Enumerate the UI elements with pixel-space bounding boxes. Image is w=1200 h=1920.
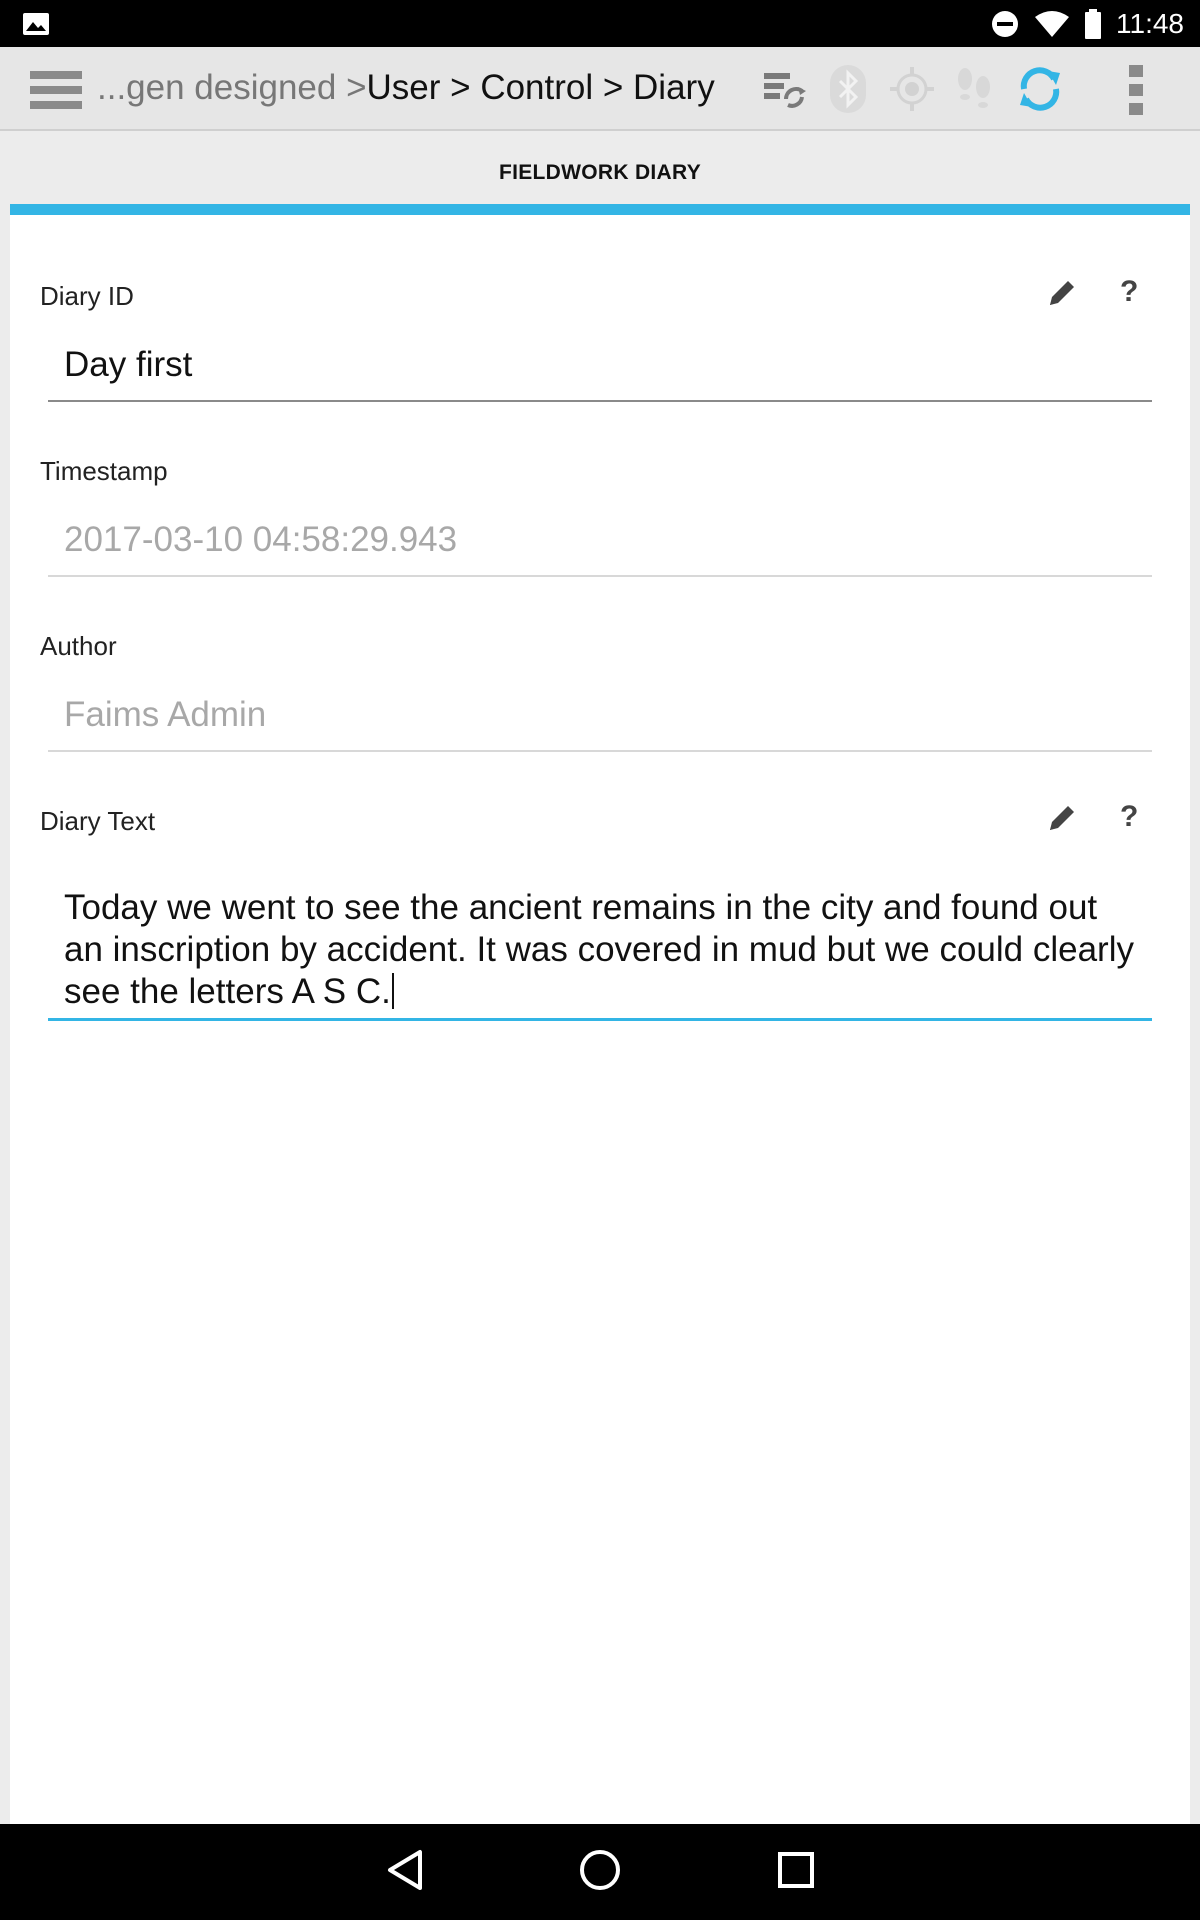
diary-text-value: Today we went to see the ancient remains… bbox=[64, 888, 1134, 1011]
diary-text-input[interactable]: Today we went to see the ancient remains… bbox=[48, 887, 1152, 1021]
pencil-icon[interactable] bbox=[1046, 802, 1078, 834]
tab-fieldwork-diary[interactable]: FIELDWORK DIARY bbox=[0, 131, 1200, 203]
breadcrumb[interactable]: ...gen designed > User > Control > Diary bbox=[97, 47, 715, 129]
help-icon[interactable]: ? bbox=[1120, 275, 1138, 309]
author-input: Faims Admin bbox=[48, 695, 1152, 752]
overflow-menu-icon[interactable] bbox=[1126, 65, 1146, 115]
navigation-bar bbox=[0, 1824, 1200, 1920]
track-icon[interactable] bbox=[954, 67, 994, 113]
diary-id-input[interactable]: Day first bbox=[48, 345, 1152, 402]
tab-bar: FIELDWORK DIARY bbox=[0, 131, 1200, 203]
status-bar: 11:48 bbox=[0, 0, 1200, 47]
menu-icon[interactable] bbox=[30, 69, 82, 111]
photo-icon bbox=[23, 13, 49, 35]
tab-indicator bbox=[10, 204, 1190, 215]
gps-icon[interactable] bbox=[890, 67, 934, 111]
sync-status-icon[interactable] bbox=[762, 69, 806, 109]
breadcrumb-prefix: ...gen designed > bbox=[97, 68, 367, 107]
clock: 11:48 bbox=[1116, 7, 1184, 39]
pencil-icon[interactable] bbox=[1046, 277, 1078, 309]
wifi-icon bbox=[1035, 10, 1069, 37]
diary-text-label: Diary Text bbox=[40, 806, 156, 836]
diary-form: Diary ID ? Day first Timestamp 2017-03-1… bbox=[10, 215, 1190, 1825]
author-label: Author bbox=[40, 631, 117, 661]
do-not-disturb-icon bbox=[992, 10, 1018, 37]
back-icon[interactable] bbox=[386, 1848, 426, 1892]
home-icon[interactable] bbox=[578, 1848, 622, 1892]
action-bar: ...gen designed > User > Control > Diary bbox=[0, 47, 1200, 131]
breadcrumb-path: User > Control > Diary bbox=[366, 68, 715, 107]
timestamp-label: Timestamp bbox=[40, 456, 168, 486]
bluetooth-icon[interactable] bbox=[828, 65, 868, 113]
timestamp-input: 2017-03-10 04:58:29.943 bbox=[48, 520, 1152, 577]
battery-icon bbox=[1085, 8, 1101, 39]
recents-icon[interactable] bbox=[776, 1848, 816, 1892]
text-cursor bbox=[391, 973, 394, 1009]
refresh-icon[interactable] bbox=[1016, 65, 1064, 113]
help-icon[interactable]: ? bbox=[1120, 800, 1138, 834]
diary-id-label: Diary ID bbox=[40, 281, 134, 311]
